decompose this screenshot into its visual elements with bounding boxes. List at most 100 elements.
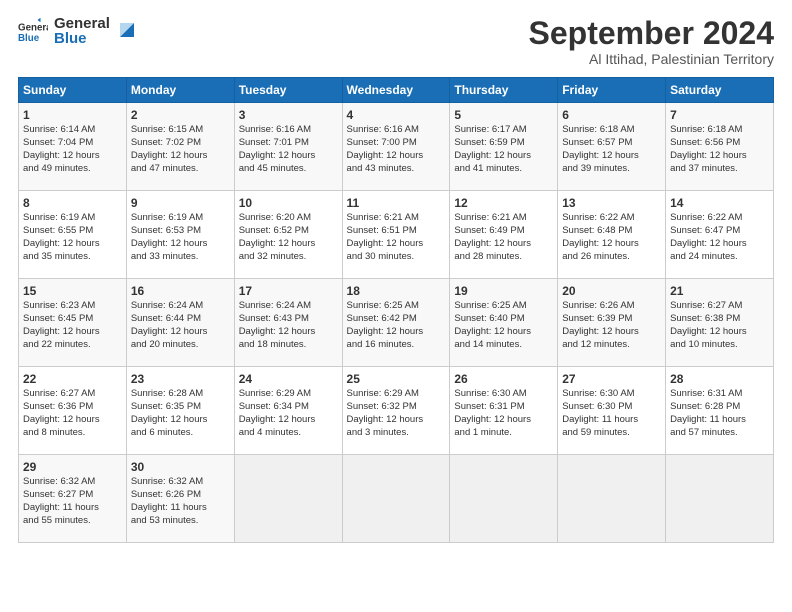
day-detail-line: Sunrise: 6:22 AM xyxy=(670,212,769,225)
calendar-cell: 25Sunrise: 6:29 AMSunset: 6:32 PMDayligh… xyxy=(342,367,450,455)
header: General Blue General Blue September 2024… xyxy=(18,16,774,67)
calendar-cell xyxy=(342,455,450,543)
day-detail-line: Sunset: 6:31 PM xyxy=(454,401,553,414)
day-detail-line: Sunset: 6:48 PM xyxy=(562,225,661,238)
logo-blue: Blue xyxy=(54,31,110,48)
day-number: 3 xyxy=(239,107,338,123)
weekday-header-tuesday: Tuesday xyxy=(234,78,342,103)
day-number: 17 xyxy=(239,283,338,299)
day-detail-line: Sunset: 6:36 PM xyxy=(23,401,122,414)
day-detail-line: Sunrise: 6:29 AM xyxy=(239,388,338,401)
logo: General Blue General Blue xyxy=(18,16,138,47)
day-detail-line: and 14 minutes. xyxy=(454,339,553,352)
calendar-cell: 13Sunrise: 6:22 AMSunset: 6:48 PMDayligh… xyxy=(558,191,666,279)
day-detail-line: Daylight: 12 hours xyxy=(239,238,338,251)
day-detail-line: Sunset: 7:01 PM xyxy=(239,137,338,150)
calendar-cell: 6Sunrise: 6:18 AMSunset: 6:57 PMDaylight… xyxy=(558,103,666,191)
calendar-cell: 28Sunrise: 6:31 AMSunset: 6:28 PMDayligh… xyxy=(666,367,774,455)
calendar-cell xyxy=(450,455,558,543)
day-detail-line: Sunset: 6:56 PM xyxy=(670,137,769,150)
calendar-cell: 10Sunrise: 6:20 AMSunset: 6:52 PMDayligh… xyxy=(234,191,342,279)
page-subtitle: Al Ittihad, Palestinian Territory xyxy=(529,51,774,67)
calendar-cell xyxy=(234,455,342,543)
day-detail-line: and 28 minutes. xyxy=(454,251,553,264)
day-detail-line: and 39 minutes. xyxy=(562,163,661,176)
calendar-table: SundayMondayTuesdayWednesdayThursdayFrid… xyxy=(18,77,774,543)
day-detail-line: Sunset: 6:47 PM xyxy=(670,225,769,238)
day-number: 12 xyxy=(454,195,553,211)
day-detail-line: Sunrise: 6:32 AM xyxy=(131,476,230,489)
day-detail-line: Daylight: 12 hours xyxy=(347,414,446,427)
calendar-cell: 11Sunrise: 6:21 AMSunset: 6:51 PMDayligh… xyxy=(342,191,450,279)
day-number: 14 xyxy=(670,195,769,211)
calendar-cell: 20Sunrise: 6:26 AMSunset: 6:39 PMDayligh… xyxy=(558,279,666,367)
calendar-cell: 17Sunrise: 6:24 AMSunset: 6:43 PMDayligh… xyxy=(234,279,342,367)
calendar-cell: 27Sunrise: 6:30 AMSunset: 6:30 PMDayligh… xyxy=(558,367,666,455)
day-detail-line: Daylight: 12 hours xyxy=(239,326,338,339)
day-detail-line: Daylight: 12 hours xyxy=(131,326,230,339)
day-detail-line: Daylight: 11 hours xyxy=(670,414,769,427)
day-detail-line: Daylight: 12 hours xyxy=(131,414,230,427)
day-number: 25 xyxy=(347,371,446,387)
day-detail-line: Sunrise: 6:24 AM xyxy=(131,300,230,313)
day-detail-line: Sunset: 6:42 PM xyxy=(347,313,446,326)
svg-text:Blue: Blue xyxy=(18,33,40,44)
day-detail-line: and 16 minutes. xyxy=(347,339,446,352)
weekday-header-wednesday: Wednesday xyxy=(342,78,450,103)
calendar-cell: 8Sunrise: 6:19 AMSunset: 6:55 PMDaylight… xyxy=(19,191,127,279)
day-number: 2 xyxy=(131,107,230,123)
day-detail-line: Sunrise: 6:18 AM xyxy=(562,124,661,137)
day-detail-line: and 57 minutes. xyxy=(670,427,769,440)
day-detail-line: and 10 minutes. xyxy=(670,339,769,352)
day-detail-line: Sunrise: 6:15 AM xyxy=(131,124,230,137)
day-detail-line: and 55 minutes. xyxy=(23,515,122,528)
calendar-cell: 9Sunrise: 6:19 AMSunset: 6:53 PMDaylight… xyxy=(126,191,234,279)
day-detail-line: Daylight: 11 hours xyxy=(23,502,122,515)
page: General Blue General Blue September 2024… xyxy=(0,0,792,612)
day-detail-line: and 32 minutes. xyxy=(239,251,338,264)
day-detail-line: Daylight: 11 hours xyxy=(562,414,661,427)
day-detail-line: Daylight: 12 hours xyxy=(562,326,661,339)
day-detail-line: and 45 minutes. xyxy=(239,163,338,176)
calendar-cell: 15Sunrise: 6:23 AMSunset: 6:45 PMDayligh… xyxy=(19,279,127,367)
weekday-header-monday: Monday xyxy=(126,78,234,103)
calendar-cell: 14Sunrise: 6:22 AMSunset: 6:47 PMDayligh… xyxy=(666,191,774,279)
day-detail-line: Daylight: 12 hours xyxy=(131,150,230,163)
day-detail-line: Daylight: 12 hours xyxy=(670,326,769,339)
day-detail-line: Sunrise: 6:18 AM xyxy=(670,124,769,137)
day-number: 27 xyxy=(562,371,661,387)
day-detail-line: Daylight: 12 hours xyxy=(454,238,553,251)
page-title: September 2024 xyxy=(529,16,774,51)
day-detail-line: and 35 minutes. xyxy=(23,251,122,264)
day-detail-line: and 1 minute. xyxy=(454,427,553,440)
svg-text:General: General xyxy=(18,22,48,33)
day-detail-line: Sunrise: 6:19 AM xyxy=(23,212,122,225)
day-detail-line: and 30 minutes. xyxy=(347,251,446,264)
day-detail-line: Sunset: 6:53 PM xyxy=(131,225,230,238)
day-detail-line: Sunrise: 6:27 AM xyxy=(670,300,769,313)
day-detail-line: Sunset: 7:02 PM xyxy=(131,137,230,150)
day-detail-line: and 59 minutes. xyxy=(562,427,661,440)
day-number: 22 xyxy=(23,371,122,387)
day-detail-line: Sunrise: 6:16 AM xyxy=(347,124,446,137)
weekday-header-friday: Friday xyxy=(558,78,666,103)
day-number: 4 xyxy=(347,107,446,123)
calendar-cell xyxy=(666,455,774,543)
calendar-cell: 18Sunrise: 6:25 AMSunset: 6:42 PMDayligh… xyxy=(342,279,450,367)
day-detail-line: and 53 minutes. xyxy=(131,515,230,528)
calendar-cell: 23Sunrise: 6:28 AMSunset: 6:35 PMDayligh… xyxy=(126,367,234,455)
day-number: 6 xyxy=(562,107,661,123)
day-number: 20 xyxy=(562,283,661,299)
calendar-cell: 24Sunrise: 6:29 AMSunset: 6:34 PMDayligh… xyxy=(234,367,342,455)
weekday-header-sunday: Sunday xyxy=(19,78,127,103)
calendar-cell: 3Sunrise: 6:16 AMSunset: 7:01 PMDaylight… xyxy=(234,103,342,191)
day-detail-line: Sunrise: 6:23 AM xyxy=(23,300,122,313)
day-detail-line: Sunrise: 6:22 AM xyxy=(562,212,661,225)
day-detail-line: Sunset: 6:39 PM xyxy=(562,313,661,326)
day-detail-line: and 37 minutes. xyxy=(670,163,769,176)
day-number: 11 xyxy=(347,195,446,211)
day-detail-line: Sunrise: 6:14 AM xyxy=(23,124,122,137)
calendar-cell: 30Sunrise: 6:32 AMSunset: 6:26 PMDayligh… xyxy=(126,455,234,543)
day-number: 9 xyxy=(131,195,230,211)
day-detail-line: and 6 minutes. xyxy=(131,427,230,440)
